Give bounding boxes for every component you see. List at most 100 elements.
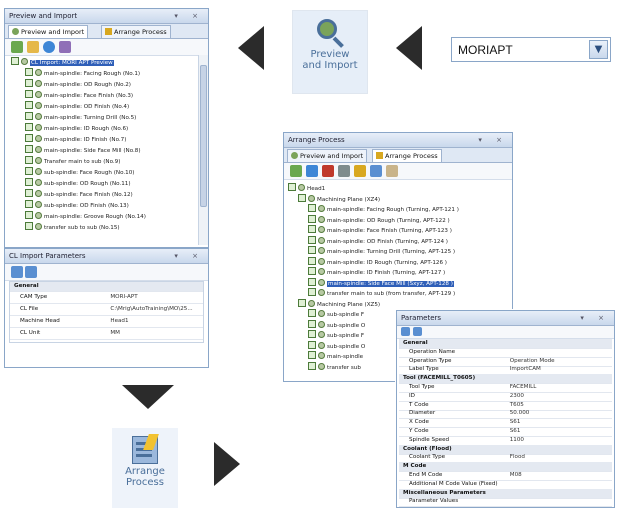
checkbox[interactable] bbox=[308, 204, 316, 212]
checkbox[interactable] bbox=[308, 319, 316, 328]
cam-type-dropdown[interactable]: MORIAPT ▼ bbox=[451, 37, 611, 62]
preview-and-import-button[interactable]: Preview and Import bbox=[292, 10, 368, 94]
paste-icon[interactable] bbox=[354, 165, 366, 177]
property-value[interactable]: Operation Mode bbox=[510, 357, 555, 366]
checkbox[interactable] bbox=[308, 267, 316, 275]
tree-item[interactable]: main-spindle: Facing Rough (No.1) bbox=[25, 68, 140, 77]
tree-item[interactable]: main-spindle: Turning Drill (Turning, AP… bbox=[308, 246, 455, 255]
tree-item[interactable]: main-spindle: ID Rough (Turning, APT-126… bbox=[308, 256, 447, 266]
checkbox[interactable] bbox=[25, 134, 33, 142]
checkbox[interactable] bbox=[308, 256, 316, 265]
tree-item[interactable]: transfer sub to sub (No.15) bbox=[25, 222, 120, 231]
checkbox[interactable] bbox=[308, 225, 316, 233]
property-value[interactable]: FACEMILL bbox=[510, 383, 537, 392]
checkbox[interactable] bbox=[11, 57, 19, 65]
tree-item[interactable]: main-spindle: OD Finish (Turning, APT-12… bbox=[308, 235, 448, 245]
preview-tree-scrollbar[interactable] bbox=[198, 55, 208, 245]
checkbox[interactable] bbox=[25, 90, 33, 98]
arrange-process-button[interactable]: Arrange Process bbox=[112, 428, 178, 508]
checkbox[interactable] bbox=[288, 183, 296, 191]
tree-root[interactable]: CL Import: MORI APT Preview bbox=[11, 57, 114, 66]
property-value[interactable]: 1100 bbox=[510, 436, 524, 445]
tree-item[interactable]: transfer main to sub (from transfer, APT… bbox=[308, 288, 455, 297]
tree-item[interactable]: sub-spindle O bbox=[308, 340, 365, 350]
property-value[interactable]: ImportCAM bbox=[510, 365, 541, 374]
scrollbar-thumb[interactable] bbox=[200, 65, 207, 207]
clipboard-icon[interactable] bbox=[386, 165, 398, 177]
property-value[interactable]: Flood bbox=[510, 453, 525, 462]
checkbox[interactable] bbox=[308, 214, 316, 223]
panel-window-buttons[interactable]: ▾ × bbox=[478, 133, 508, 147]
checkbox[interactable] bbox=[308, 246, 316, 254]
checkbox[interactable] bbox=[25, 145, 33, 153]
tree-item[interactable]: main-spindle: Turning Drill (No.5) bbox=[25, 112, 136, 121]
checkbox[interactable] bbox=[25, 123, 33, 131]
checkbox[interactable] bbox=[25, 222, 33, 230]
panel-window-buttons[interactable]: ▾ × bbox=[580, 311, 610, 325]
property-value[interactable]: S61 bbox=[510, 418, 521, 427]
property-value[interactable]: MM bbox=[110, 327, 120, 339]
sort-alpha-icon[interactable] bbox=[413, 327, 422, 336]
tree-item[interactable]: transfer sub bbox=[308, 361, 361, 371]
chevron-down-icon[interactable]: ▼ bbox=[589, 40, 608, 59]
checkbox[interactable] bbox=[308, 277, 316, 286]
tree-item[interactable]: main-spindle: Side Face Mill (Sxyz, APT-… bbox=[308, 277, 454, 287]
property-value[interactable]: C:\Mrig\AutoTraining\MO\25... bbox=[110, 303, 192, 315]
checkbox[interactable] bbox=[25, 79, 33, 87]
folder-icon[interactable] bbox=[27, 41, 39, 53]
checkbox[interactable] bbox=[308, 288, 316, 296]
categorize-icon[interactable] bbox=[11, 266, 23, 278]
checkbox[interactable] bbox=[25, 68, 33, 76]
checkbox[interactable] bbox=[308, 361, 316, 370]
tab-preview-and-import[interactable]: Preview and Import bbox=[287, 149, 368, 162]
tree-item[interactable]: sub-spindle F bbox=[308, 309, 364, 318]
checkbox[interactable] bbox=[308, 235, 316, 244]
tree-item[interactable]: sub-spindle: Face Rough (No.10) bbox=[25, 167, 134, 176]
tab-arrange-process[interactable]: Arrange Process bbox=[372, 149, 442, 162]
tree-item[interactable]: sub-spindle: OD Rough (No.11) bbox=[25, 178, 131, 187]
tree-item[interactable]: Transfer main to sub (No.9) bbox=[25, 156, 120, 165]
property-value[interactable]: 2300 bbox=[510, 392, 524, 401]
tree-item[interactable]: main-spindle: OD Rough (No.2) bbox=[25, 79, 131, 88]
property-row[interactable]: CL Unit MM bbox=[10, 327, 203, 340]
tree-item[interactable]: sub-spindle: OD Finish (No.13) bbox=[25, 200, 129, 209]
checkbox[interactable] bbox=[308, 351, 316, 359]
property-value[interactable]: 50.000 bbox=[510, 409, 530, 418]
tree-item[interactable]: main-spindle: ID Rough (No.6) bbox=[25, 123, 128, 132]
checkbox[interactable] bbox=[298, 298, 306, 307]
property-value[interactable]: Head1 bbox=[110, 315, 128, 327]
tree-item[interactable]: main-spindle bbox=[308, 351, 363, 360]
checkbox[interactable] bbox=[25, 211, 33, 219]
checkbox[interactable] bbox=[25, 167, 33, 175]
categorize-icon[interactable] bbox=[401, 327, 410, 336]
refresh-icon[interactable] bbox=[43, 41, 55, 53]
tree-item[interactable]: main-spindle: Face Finish (Turning, APT-… bbox=[308, 225, 452, 234]
property-value[interactable]: T605 bbox=[510, 401, 524, 410]
checkbox[interactable] bbox=[25, 112, 33, 120]
checkbox[interactable] bbox=[25, 156, 33, 164]
checkbox[interactable] bbox=[308, 330, 316, 338]
tree-item[interactable]: main-spindle: OD Finish (No.4) bbox=[25, 101, 129, 110]
checkbox[interactable] bbox=[25, 178, 33, 186]
property-value[interactable]: MORI-APT bbox=[110, 291, 137, 303]
property-value[interactable]: M08 bbox=[510, 471, 522, 480]
tree-item[interactable]: main-spindle: Side Face Mill (No.8) bbox=[25, 145, 141, 154]
tree-item[interactable]: main-spindle: OD Rough (Turning, APT-122… bbox=[308, 214, 450, 224]
tree-item[interactable]: sub-spindle F bbox=[308, 330, 364, 339]
tree-item[interactable]: sub-spindle O bbox=[308, 319, 365, 329]
tree-item[interactable]: main-spindle: Face Finish (No.3) bbox=[25, 90, 133, 99]
checkbox[interactable] bbox=[25, 189, 33, 197]
checkbox[interactable] bbox=[298, 193, 306, 202]
checkbox[interactable] bbox=[308, 309, 316, 317]
tree-item[interactable]: sub-spindle: Face Finish (No.12) bbox=[25, 189, 133, 198]
delete-icon[interactable] bbox=[322, 165, 334, 177]
export-icon[interactable] bbox=[370, 165, 382, 177]
settings-icon[interactable] bbox=[59, 41, 71, 53]
tree-item[interactable]: main-spindle: Facing Rough (Turning, APT… bbox=[308, 204, 459, 213]
tree-item[interactable]: Head1 bbox=[288, 183, 325, 192]
green-tool-icon[interactable] bbox=[290, 165, 302, 177]
tree-item[interactable]: main-spindle: ID Finish (Turning, APT-12… bbox=[308, 267, 445, 276]
checkbox[interactable] bbox=[25, 101, 33, 109]
checkbox[interactable] bbox=[25, 200, 33, 208]
sort-alpha-icon[interactable] bbox=[25, 266, 37, 278]
